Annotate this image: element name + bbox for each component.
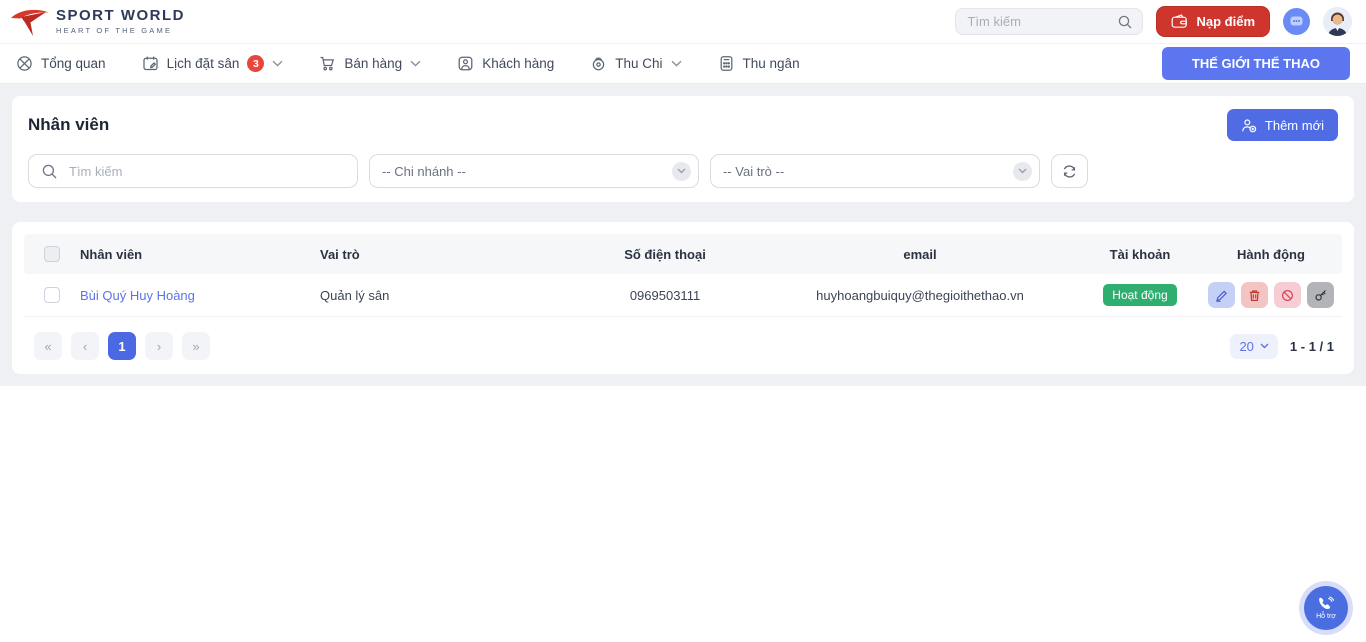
reset-password-button[interactable]: [1307, 282, 1334, 308]
page-size-select[interactable]: 20: [1230, 333, 1278, 359]
phone-icon: [1317, 596, 1335, 612]
app-logo: SPORT WORLD HEART OF THE GAME: [10, 7, 185, 37]
logo-title: SPORT WORLD: [56, 7, 185, 25]
chevron-down-icon: [1260, 343, 1269, 349]
status-badge: Hoạt động: [1103, 284, 1177, 306]
delete-button[interactable]: [1241, 282, 1268, 308]
column-header-role: Vai trò: [320, 246, 360, 262]
role-select[interactable]: -- Vai trò --: [710, 154, 1040, 188]
employee-toolbar-card: Nhân viên Thêm mới Tìm kiếm -- Chi nhánh…: [12, 96, 1354, 202]
add-employee-button[interactable]: Thêm mới: [1226, 109, 1338, 141]
column-header-phone: Số điện thoại: [624, 246, 706, 262]
app-header: SPORT WORLD HEART OF THE GAME Nạp điểm: [0, 0, 1366, 43]
nav-item-booking-schedule[interactable]: Lịch đặt sân 3: [142, 55, 284, 72]
dashboard-icon: [16, 55, 33, 72]
sport-world-logo-icon: [10, 7, 52, 37]
table-row: Bùi Quý Huy Hoàng Quản lý sân 0969503111…: [24, 274, 1342, 317]
pagination-first-button[interactable]: «: [34, 332, 62, 360]
chevron-down-icon: [272, 60, 283, 67]
logo-subtitle: HEART OF THE GAME: [56, 25, 173, 35]
nav-item-cashier[interactable]: Thu ngân: [718, 55, 800, 72]
store-selector-button[interactable]: THẾ GIỚI THỂ THAO: [1161, 47, 1350, 80]
nav-item-sales[interactable]: Bán hàng: [319, 55, 421, 72]
employee-phone: 0969503111: [629, 287, 701, 303]
branch-select[interactable]: -- Chi nhánh --: [369, 154, 699, 188]
page-title: Nhân viên: [28, 115, 110, 134]
person-plus-icon: [1241, 118, 1257, 133]
pagination-range-label: 1 - 1 / 1: [1289, 338, 1334, 354]
employee-search-input[interactable]: [67, 162, 345, 180]
nav-item-income-expense[interactable]: Thu Chi: [590, 55, 682, 72]
ban-icon: [1281, 289, 1294, 302]
support-button[interactable]: Hỗ trợ: [1304, 586, 1348, 630]
search-icon: [41, 163, 58, 180]
chevron-down-icon: [1013, 161, 1032, 181]
chevron-down-icon: [671, 60, 682, 67]
block-button[interactable]: [1274, 282, 1301, 308]
nav-item-overview[interactable]: Tổng quan: [16, 55, 106, 72]
message-icon: [1289, 15, 1304, 28]
column-header-email: email: [903, 246, 937, 262]
refresh-button[interactable]: [1051, 154, 1088, 188]
chevron-down-icon: [410, 60, 421, 67]
content-area: Nhân viên Thêm mới Tìm kiếm -- Chi nhánh…: [0, 84, 1366, 386]
global-search-input[interactable]: [965, 13, 1118, 30]
user-avatar[interactable]: [1323, 7, 1352, 36]
select-all-checkbox[interactable]: [44, 246, 60, 262]
column-header-employee: Nhân viên: [80, 246, 143, 262]
global-search[interactable]: [955, 8, 1144, 35]
pagination-next-button[interactable]: ›: [145, 332, 173, 360]
employee-name-link[interactable]: Bùi Quý Huy Hoàng: [80, 288, 195, 303]
money-icon: [590, 55, 607, 72]
column-header-actions: Hành động: [1237, 246, 1305, 262]
employee-search[interactable]: [28, 154, 358, 188]
employee-email: huyhoangbuiquy@thegioithethao.vn: [816, 287, 1024, 303]
pagination-last-button[interactable]: »: [182, 332, 210, 360]
calculator-icon: [718, 55, 735, 72]
column-header-account: Tài khoản: [1109, 246, 1171, 262]
topup-points-button[interactable]: Nạp điểm: [1156, 6, 1270, 37]
cart-icon: [319, 55, 336, 72]
chevron-down-icon: [672, 161, 691, 181]
pagination-prev-button[interactable]: ‹: [71, 332, 99, 360]
pencil-icon: [1215, 289, 1228, 302]
employee-role: Quản lý sân: [320, 287, 390, 303]
main-nav: Tổng quan Lịch đặt sân 3 Bán hàng Khách …: [0, 43, 1366, 84]
refresh-icon: [1061, 163, 1078, 180]
chat-button[interactable]: [1283, 8, 1310, 35]
wallet-icon: [1171, 14, 1188, 29]
edit-button[interactable]: [1208, 282, 1235, 308]
row-checkbox[interactable]: [44, 287, 60, 303]
calendar-icon: [142, 55, 159, 72]
pagination: « ‹ 1 › » 20 1 - 1 / 1: [24, 332, 1342, 362]
support-float: Hỗ trợ: [1299, 581, 1353, 635]
table-header-row: Nhân viên Vai trò Số điện thoại email Tà…: [24, 234, 1342, 274]
trash-icon: [1248, 289, 1261, 302]
support-label: Hỗ trợ: [1316, 613, 1336, 620]
booking-count-badge: 3: [247, 55, 265, 72]
customer-icon: [457, 55, 474, 72]
search-icon: [1117, 14, 1133, 30]
employee-table-card: Nhân viên Vai trò Số điện thoại email Tà…: [12, 222, 1354, 374]
nav-item-customers[interactable]: Khách hàng: [457, 55, 554, 72]
key-icon: [1314, 289, 1327, 302]
pagination-page-1-button[interactable]: 1: [108, 332, 136, 360]
